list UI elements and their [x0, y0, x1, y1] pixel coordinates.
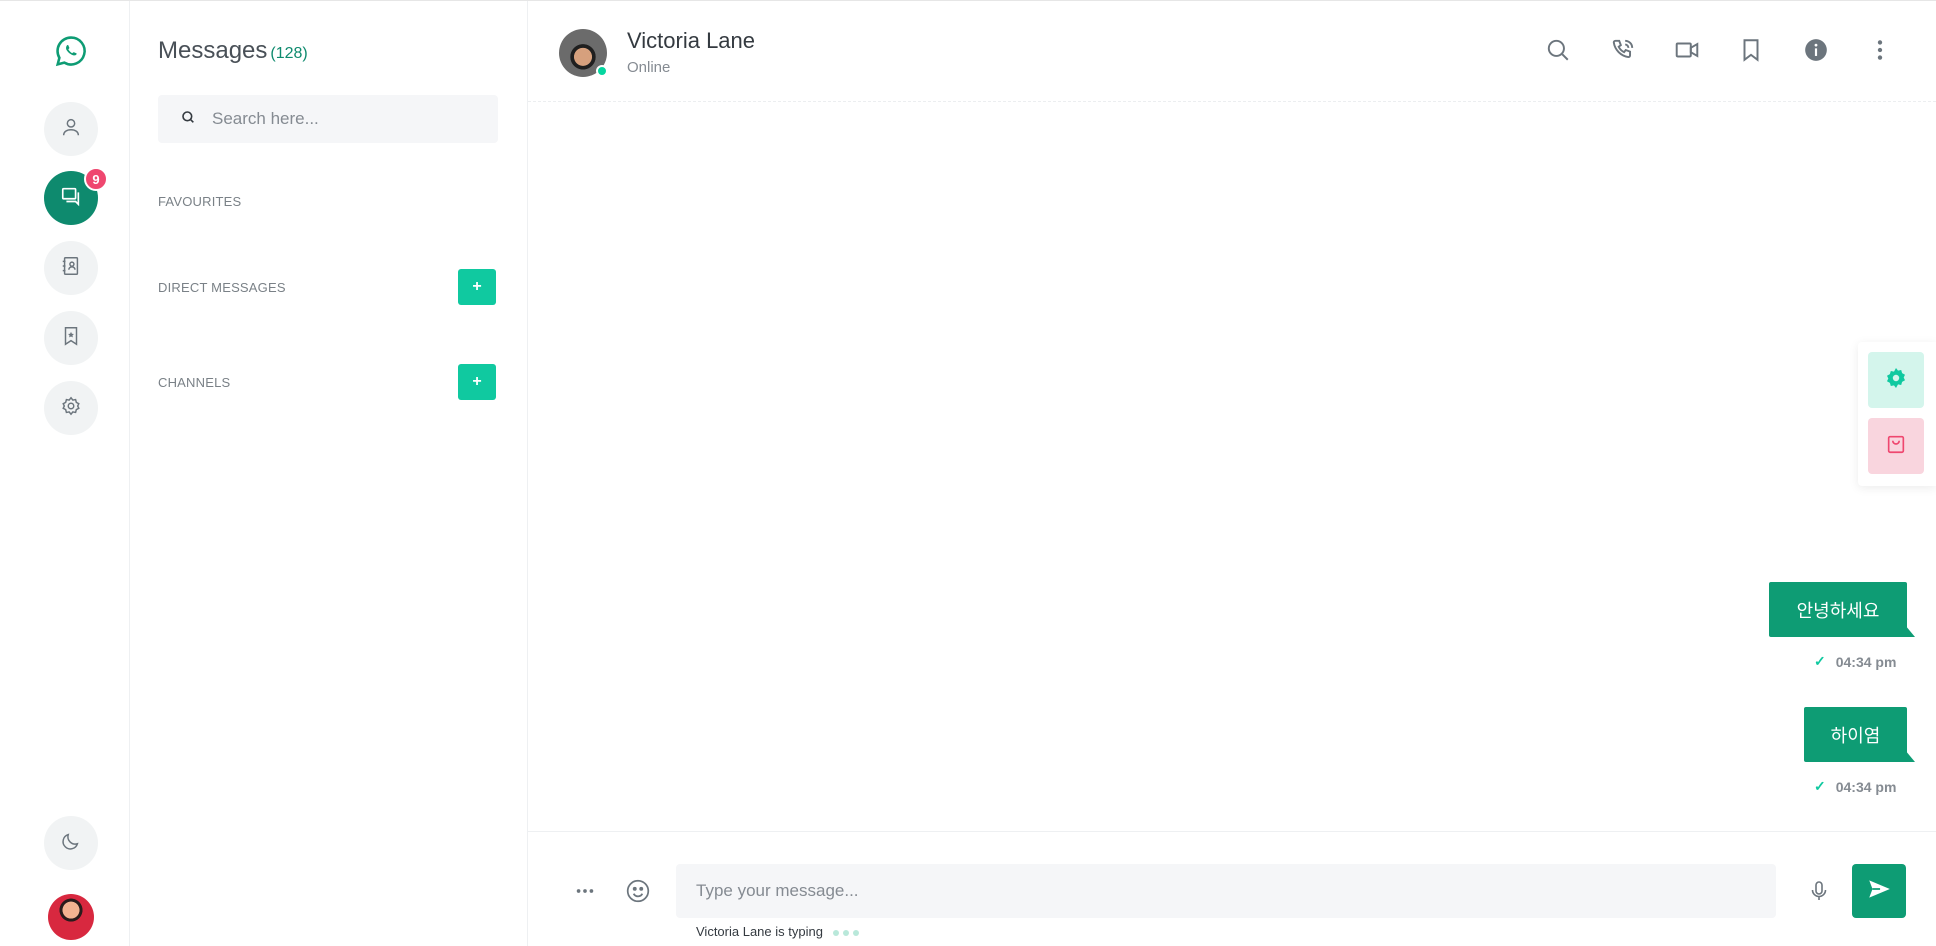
send-icon	[1866, 876, 1892, 907]
bookmark-star-icon	[60, 325, 82, 352]
nav-chats-button[interactable]: 9	[44, 167, 108, 225]
message-input[interactable]	[676, 864, 1776, 918]
message-time: 04:34 pm	[1835, 653, 1897, 670]
bookmark-icon[interactable]	[1738, 37, 1764, 63]
message-bubble[interactable]: 안녕하세요	[1769, 582, 1915, 637]
settings-tool-button[interactable]	[1868, 352, 1924, 408]
chat-header: Victoria Lane Online	[528, 1, 1936, 102]
messages-title: Messages	[158, 37, 268, 64]
nav-contacts-button[interactable]	[44, 241, 98, 295]
send-button[interactable]	[1852, 864, 1906, 918]
direct-messages-label: DIRECT MESSAGES	[158, 280, 286, 295]
unread-badge: 9	[84, 167, 108, 191]
message-composer: Victoria Lane is typing	[528, 831, 1936, 946]
search-icon[interactable]	[1545, 37, 1571, 63]
channels-label: CHANNELS	[158, 375, 231, 390]
contacts-icon	[60, 255, 82, 282]
page-title: Messages (128)	[158, 37, 308, 65]
chat-area: Victoria Lane Online 안녕하세요 ✓ 04:34 pm 하이…	[528, 1, 1936, 946]
contact-status: Online	[627, 59, 671, 76]
typing-text: Victoria Lane is typing	[696, 924, 823, 939]
app-root: 9 Messages (128) Search here... FAVOURIT…	[0, 0, 1936, 946]
moon-icon	[60, 830, 82, 857]
contact-name[interactable]: Victoria Lane	[627, 28, 755, 54]
whatsapp-logo-icon[interactable]	[54, 34, 88, 68]
message-meta: ✓ 04:34 pm	[1814, 778, 1896, 795]
microphone-icon[interactable]	[1805, 877, 1833, 905]
search-input[interactable]	[212, 109, 492, 129]
info-icon[interactable]	[1803, 37, 1829, 63]
theme-toggle-button[interactable]	[44, 816, 98, 870]
user-avatar[interactable]	[48, 894, 94, 940]
user-icon	[60, 116, 82, 143]
search-box[interactable]	[158, 95, 498, 143]
shopping-bag-icon	[1885, 433, 1907, 460]
nav-settings-button[interactable]	[44, 381, 98, 435]
message-bubble[interactable]: 하이염	[1804, 707, 1915, 762]
typing-indicator: Victoria Lane is typing	[696, 924, 863, 939]
message-time: 04:34 pm	[1835, 778, 1897, 795]
message-meta: ✓ 04:34 pm	[1814, 653, 1896, 670]
more-vertical-icon[interactable]	[1867, 37, 1893, 63]
online-status-dot	[596, 65, 608, 77]
nav-profile-button[interactable]	[44, 102, 98, 156]
add-direct-message-button[interactable]: +	[458, 269, 496, 305]
emoji-icon[interactable]	[624, 877, 652, 905]
gear-icon	[1884, 366, 1908, 395]
shop-tool-button[interactable]	[1868, 418, 1924, 474]
conversations-panel: Messages(128) FAVOURITES DIRECT MESSAGES…	[130, 1, 528, 946]
more-horizontal-icon[interactable]	[571, 877, 599, 905]
search-icon	[158, 109, 196, 130]
check-icon: ✓	[1814, 778, 1826, 794]
gear-icon	[60, 395, 82, 422]
add-channel-button[interactable]: +	[458, 364, 496, 400]
nav-bookmarks-button[interactable]	[44, 311, 98, 365]
message-count: (128)	[270, 45, 308, 62]
left-nav-rail: 9	[0, 1, 130, 946]
favourites-label: FAVOURITES	[158, 194, 242, 209]
floating-tools-panel	[1858, 342, 1936, 486]
video-icon[interactable]	[1674, 37, 1700, 63]
typing-dots	[832, 924, 863, 939]
phone-call-icon[interactable]	[1610, 37, 1636, 63]
chat-icon	[60, 185, 82, 212]
check-icon: ✓	[1814, 653, 1826, 669]
